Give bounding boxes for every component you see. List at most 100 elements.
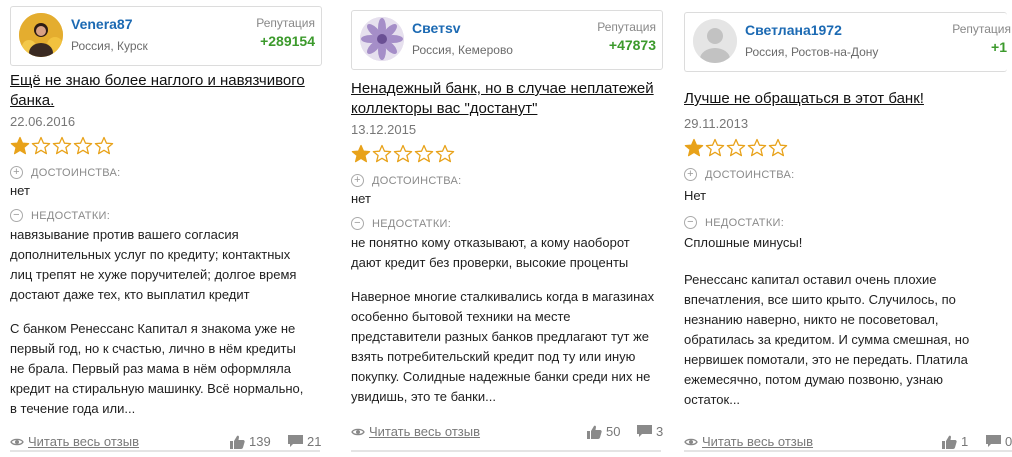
- pros-heading: + ДОСТОИНСТВА:: [10, 166, 120, 179]
- plus-circle-icon: +: [10, 166, 23, 179]
- cons-label: НЕДОСТАТКИ:: [372, 217, 452, 230]
- star-filled-icon: [351, 144, 371, 163]
- review-excerpt: Наверное многие сталкивались когда в маг…: [351, 289, 655, 404]
- comments-count: 3: [656, 424, 664, 439]
- pros-heading: + ДОСТОИНСТВА:: [351, 174, 461, 187]
- likes-counter[interactable]: 139: [230, 434, 271, 449]
- comments-count: 21: [307, 434, 322, 449]
- user-photo-icon[interactable]: [19, 13, 63, 57]
- user-card: Светлана1972 Россия, Ростов-на-Дону Репу…: [684, 12, 1011, 72]
- reputation-label: Репутация: [597, 20, 656, 34]
- review-date: 29.11.2013: [684, 116, 749, 131]
- comments-counter[interactable]: 3: [637, 424, 663, 439]
- minus-circle-icon: −: [351, 217, 364, 230]
- divider: [351, 450, 661, 452]
- thumbs-up-icon: [942, 435, 957, 449]
- reputation-value: +1: [991, 39, 1007, 55]
- minus-circle-icon: −: [10, 209, 23, 222]
- eye-icon: [351, 428, 365, 435]
- review-excerpt: С банком Ренессанс Капитал я знакома уже…: [10, 321, 304, 416]
- plus-circle-icon: +: [351, 174, 364, 187]
- star-empty-icon: [768, 138, 788, 157]
- review-date: 13.12.2015: [351, 122, 417, 137]
- thumbs-up-icon: [230, 435, 245, 449]
- read-full-label[interactable]: Читать весь отзыв: [702, 434, 813, 449]
- likes-count: 139: [249, 434, 271, 449]
- username-link[interactable]: Venera87: [71, 16, 133, 32]
- pros-label: ДОСТОИНСТВА:: [705, 168, 795, 181]
- cons-heading: − НЕДОСТАТКИ:: [351, 217, 451, 230]
- divider: [684, 450, 1012, 452]
- comment-icon: [288, 435, 303, 447]
- cons-text: Сплошные минусы!: [684, 235, 803, 250]
- reputation-value: +289154: [260, 33, 315, 49]
- review-card-1: Venera87 Россия, Курск Репутация +289154…: [10, 0, 330, 457]
- comment-icon: [986, 435, 1001, 447]
- thumbs-up-icon: [587, 425, 602, 439]
- review-title-link[interactable]: Лучше не обращаться в этот банк!: [684, 89, 1004, 109]
- read-full-review-link[interactable]: Читать весь отзыв: [684, 434, 813, 449]
- star-empty-icon: [393, 144, 413, 163]
- comment-icon: [637, 425, 652, 437]
- pros-text: нет: [351, 191, 371, 206]
- star-empty-icon: [747, 138, 767, 157]
- read-full-label[interactable]: Читать весь отзыв: [28, 434, 139, 449]
- pros-text: Нет: [684, 188, 707, 203]
- read-full-review-link[interactable]: Читать весь отзыв: [351, 424, 480, 439]
- pros-text: нет: [10, 183, 30, 198]
- cons-label: НЕДОСТАТКИ:: [31, 209, 111, 222]
- eye-icon: [10, 438, 24, 445]
- review-card-2: Cветsv Россия, Кемерово Репутация +47873…: [351, 0, 671, 457]
- review-title-link[interactable]: Ненадежный банк, но в случае неплатежей …: [351, 79, 669, 119]
- pros-heading: + ДОСТОИНСТВА:: [684, 168, 794, 181]
- rating-stars: [10, 136, 114, 156]
- star-empty-icon: [372, 144, 392, 163]
- rating-stars: [684, 138, 788, 158]
- reputation-value: +47873: [608, 37, 656, 53]
- pros-label: ДОСТОИНСТВА:: [372, 174, 462, 187]
- rating-stars: [351, 144, 455, 164]
- review-excerpt: Ренессанс капитал оставил очень плохие в…: [684, 272, 970, 407]
- read-full-review-link[interactable]: Читать весь отзыв: [10, 434, 139, 449]
- user-card: Venera87 Россия, Курск Репутация +289154: [10, 6, 322, 66]
- eye-icon: [684, 438, 698, 445]
- user-location: Россия, Ростов-на-Дону: [745, 45, 879, 59]
- star-empty-icon: [31, 136, 51, 155]
- likes-count: 50: [606, 424, 621, 439]
- default-user-icon[interactable]: [693, 19, 737, 63]
- comments-counter[interactable]: 0: [986, 434, 1012, 449]
- likes-counter[interactable]: 1: [942, 434, 968, 449]
- pros-label: ДОСТОИНСТВА:: [31, 166, 121, 179]
- minus-circle-icon: −: [684, 216, 697, 229]
- reputation-label: Репутация: [952, 22, 1011, 36]
- cons-heading: − НЕДОСТАТКИ:: [10, 209, 110, 222]
- cons-text: навязывание против вашего согласия допол…: [10, 227, 297, 302]
- reputation-label: Репутация: [256, 16, 315, 30]
- star-filled-icon: [684, 138, 704, 157]
- cons-label: НЕДОСТАТКИ:: [705, 216, 785, 229]
- comments-counter[interactable]: 21: [288, 434, 321, 449]
- cons-heading: − НЕДОСТАТКИ:: [684, 216, 784, 229]
- comments-count: 0: [1005, 434, 1012, 449]
- star-empty-icon: [414, 144, 434, 163]
- user-location: Россия, Курск: [71, 39, 148, 53]
- flower-photo-icon[interactable]: [360, 17, 404, 61]
- review-title-link[interactable]: Ещё не знаю более наглого и навязчивого …: [10, 71, 310, 111]
- review-date: 22.06.2016: [10, 114, 76, 129]
- username-link[interactable]: Cветsv: [412, 20, 461, 36]
- user-card: Cветsv Россия, Кемерово Репутация +47873: [351, 10, 663, 70]
- star-empty-icon: [705, 138, 725, 157]
- likes-count: 1: [961, 434, 969, 449]
- star-empty-icon: [73, 136, 93, 155]
- review-card-3: Светлана1972 Россия, Ростов-на-Дону Репу…: [684, 0, 1012, 457]
- plus-circle-icon: +: [684, 168, 697, 181]
- star-empty-icon: [435, 144, 455, 163]
- divider: [10, 450, 320, 452]
- likes-counter[interactable]: 50: [587, 424, 620, 439]
- star-empty-icon: [94, 136, 114, 155]
- user-location: Россия, Кемерово: [412, 43, 513, 57]
- read-full-label[interactable]: Читать весь отзыв: [369, 424, 480, 439]
- cons-text: не понятно кому отказывают, а кому наобо…: [351, 235, 630, 270]
- star-empty-icon: [52, 136, 72, 155]
- username-link[interactable]: Светлана1972: [745, 22, 842, 38]
